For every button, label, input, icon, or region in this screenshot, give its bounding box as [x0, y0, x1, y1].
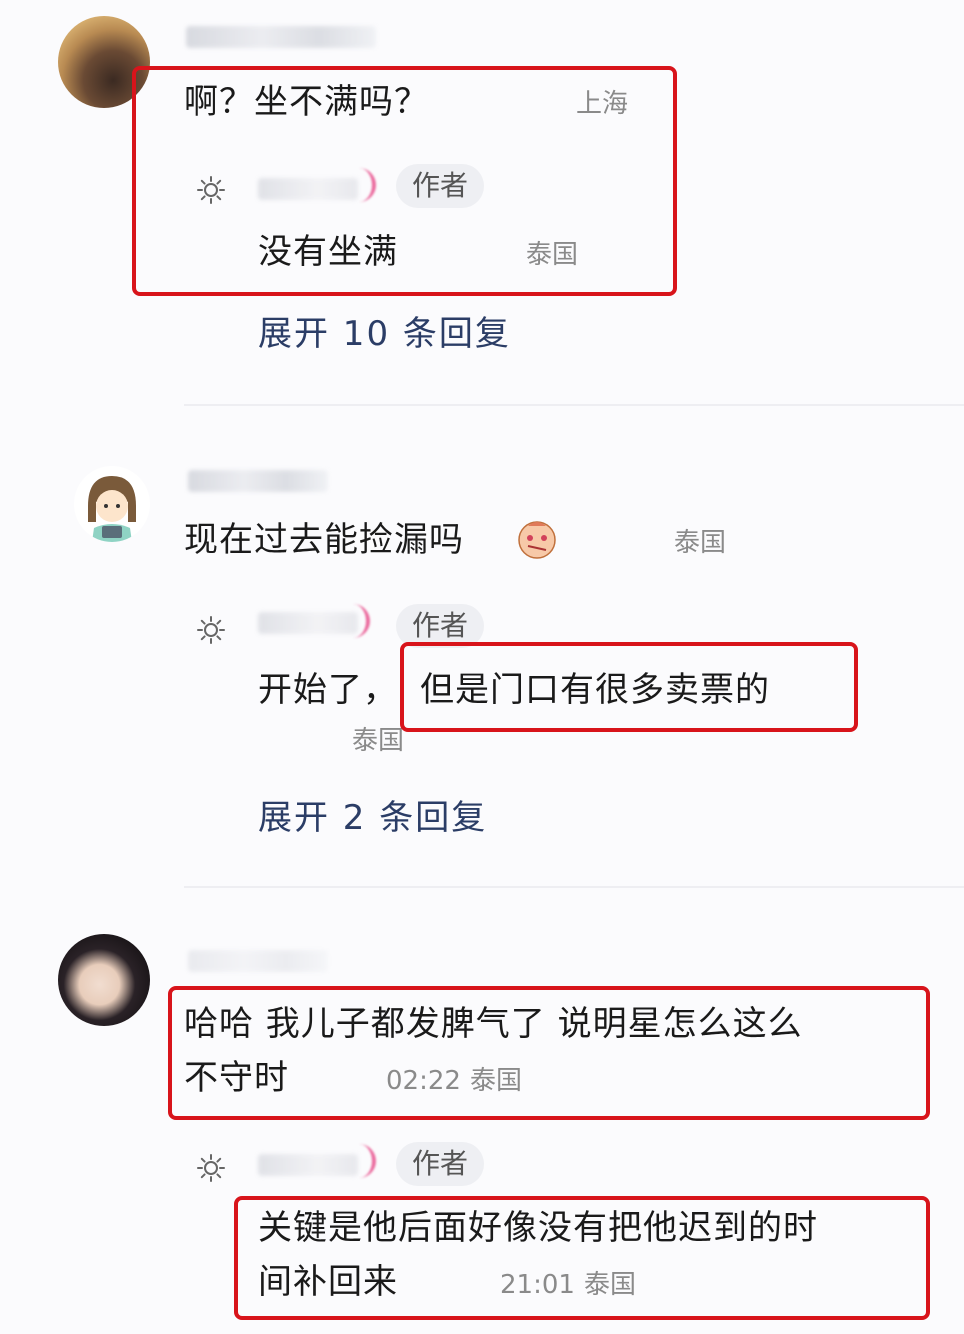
username[interactable] — [188, 470, 328, 492]
highlight-box — [234, 1196, 930, 1320]
avatar[interactable] — [58, 934, 150, 1026]
expand-replies-link[interactable]: 展开 2 条回复 — [258, 798, 487, 838]
comment-location: 泰国 — [674, 528, 727, 558]
divider — [184, 886, 964, 888]
avatar[interactable] — [74, 466, 150, 542]
author-badge: 作者 — [396, 1142, 485, 1186]
sun-icon — [197, 616, 225, 644]
sun-icon — [197, 1154, 225, 1182]
face-emoji-icon — [518, 521, 556, 559]
divider — [184, 404, 964, 406]
expand-replies-link[interactable]: 展开 10 条回复 — [258, 314, 511, 354]
reply-location: 泰国 — [352, 726, 405, 756]
username-mark — [342, 1144, 376, 1178]
username-mark — [336, 604, 370, 638]
username[interactable] — [186, 26, 376, 48]
highlight-box — [400, 642, 858, 732]
highlight-box — [168, 986, 930, 1120]
comment-text: 现在过去能捡漏吗 — [184, 520, 464, 560]
cartoon-avatar-icon — [88, 476, 136, 542]
username[interactable] — [188, 950, 328, 972]
highlight-box — [132, 66, 677, 296]
reply-text-prefix: 开始了， — [258, 670, 398, 710]
